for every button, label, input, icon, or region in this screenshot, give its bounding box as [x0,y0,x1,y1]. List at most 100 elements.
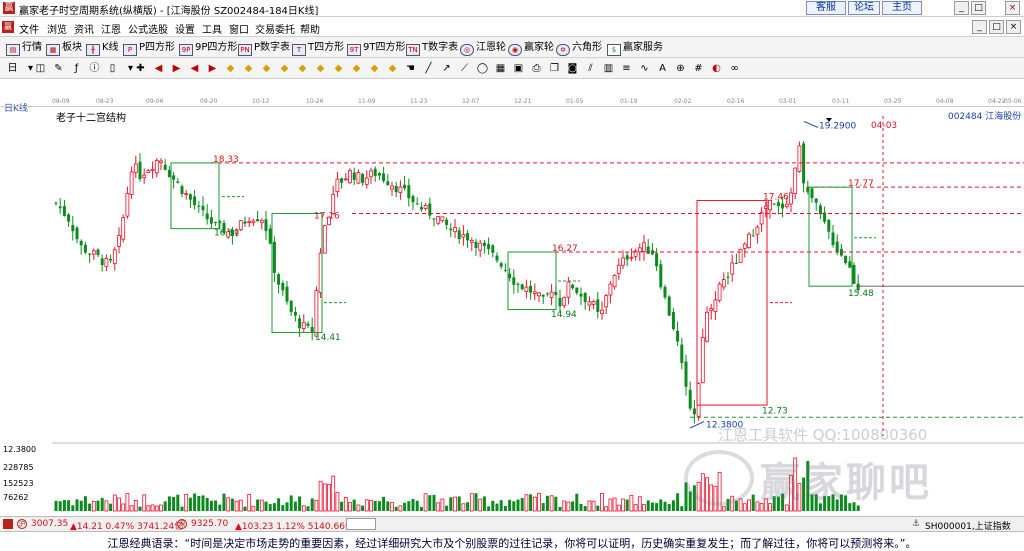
camera-icon[interactable]: ◙ [566,62,579,75]
line-stat-icon[interactable]: ⫽ [584,62,597,75]
chart-style-icon[interactable]: ◫ [34,62,47,75]
diamond-icon[interactable]: ◆ [296,62,309,75]
volume-bar [440,498,445,512]
indicator-icon[interactable]: ▯ [106,62,119,75]
volume-bar [146,505,151,512]
minimize-button[interactable]: _ [954,1,969,15]
candle-body [163,164,167,170]
tool-service[interactable]: $ 赢家服务 [607,40,663,56]
diamond-icon[interactable]: ◆ [386,62,399,75]
tool-sector[interactable]: ▦ 板块 [46,40,82,56]
info-icon[interactable]: ⓘ [88,62,101,75]
period-icon[interactable]: 日 [6,62,19,75]
child-minimize-button[interactable]: _ [972,20,987,34]
date-tick: 03-01 [779,98,797,105]
table-icon[interactable]: ▦ [494,62,507,75]
volume-bar [646,500,650,511]
menu-window[interactable]: 窗口 [229,21,249,36]
volume-bar [755,501,760,512]
ellipse-icon[interactable]: ◯ [476,62,489,75]
watermark-logo: 赢家聊吧 [760,460,932,506]
arrow-left-icon[interactable]: ◀ [188,62,201,75]
menu-gann[interactable]: 江恩 [101,21,121,36]
child-restore-button[interactable]: □ [989,20,1004,34]
diamond-icon[interactable]: ◆ [224,62,237,75]
menu-tools[interactable]: 工具 [202,21,222,36]
scroll-box[interactable] [346,518,376,530]
volume-bar [243,506,247,511]
copy-icon[interactable]: ❐ [548,62,561,75]
candle-body [373,168,377,176]
save-icon[interactable]: ▣ [512,62,525,75]
candle-body [343,178,348,181]
ray-icon[interactable]: ⟋ [458,62,471,75]
diamond-icon[interactable]: ◆ [368,62,381,75]
diamond-icon[interactable]: ◆ [260,62,273,75]
watermark-text: 江恩工具软件 QQ:100800360 [718,426,928,444]
arrow-right-icon[interactable]: ▶ [170,62,183,75]
volume-bar [474,493,478,511]
tool-hexagon[interactable]: ✡ 六角形 [556,40,602,56]
candle-body [562,297,567,306]
tool-gann-wheel[interactable]: ◎ 江恩轮 [460,40,506,56]
volume-bar [558,506,562,511]
menu-trade[interactable]: 交易委托 [255,21,295,36]
formula-icon[interactable]: ƒ [70,62,83,75]
candle-body [655,253,659,267]
maximize-button[interactable]: □ [971,1,986,15]
menu-help[interactable]: 帮助 [300,21,320,36]
tool-winner-wheel[interactable]: ◉ 赢家轮 [508,40,554,56]
menu-browse[interactable]: 浏览 [47,21,67,36]
menu-file[interactable]: 文件 [19,21,39,36]
menu-info[interactable]: 资讯 [74,21,94,36]
tool-9t-square[interactable]: 9T 9T四方形 [347,40,405,56]
tool-p-square[interactable]: P P四方形 [123,40,175,56]
tool-t-number[interactable]: TN T数字表 [406,40,458,56]
grid-icon[interactable]: # [692,62,705,75]
loop-icon[interactable]: ∞ [728,62,741,75]
tool-9p-square[interactable]: 9P 9P四方形 [179,40,237,56]
diamond-icon[interactable]: ◆ [332,62,345,75]
volume-bar [197,495,201,511]
diamond-icon[interactable]: ◆ [350,62,363,75]
arrow-right-icon[interactable]: ▶ [206,62,219,75]
candle-body [180,186,184,195]
diamond-icon[interactable]: ◆ [278,62,291,75]
chart-icon[interactable]: ▥ [602,62,615,75]
volume-bar [655,503,659,511]
draw-icon[interactable]: ✎ [52,62,65,75]
cross-cursor-icon[interactable]: ✚ [134,62,147,75]
arrow-left-icon[interactable]: ◀ [152,62,165,75]
print-icon[interactable]: ⎙ [530,62,543,75]
volume-bar [616,504,621,512]
menu-formula[interactable]: 公式选股 [128,21,168,36]
hand-icon[interactable]: ☚ [404,62,417,75]
level-label: 14.94 [551,310,577,320]
text-icon[interactable]: A [656,62,669,75]
tool-kline[interactable]: ╫ K线 [86,40,119,56]
tool-p-number[interactable]: PN P数字表 [238,40,290,56]
volume-bar [71,505,75,511]
child-close-button[interactable]: × [1006,20,1021,34]
tool-quote[interactable]: ▤ 行情 [6,40,42,56]
diamond-icon[interactable]: ◆ [314,62,327,75]
color-icon[interactable]: ◐ [710,62,723,75]
customer-service-link[interactable]: 客服 [806,1,846,15]
cycle-icon[interactable]: ∿ [638,62,651,75]
diamond-icon[interactable]: ◆ [242,62,255,75]
homepage-link[interactable]: 主页 [882,1,922,15]
volume-bar [109,503,113,511]
tool-t-square[interactable]: T T四方形 [292,40,344,56]
line-icon[interactable]: ╱ [422,62,435,75]
arrow-icon[interactable]: ↗ [440,62,453,75]
fib-icon[interactable]: ≡ [620,62,633,75]
candle-body [453,227,457,233]
kline-chart[interactable]: 19.2900 18.33 17.77 17.46 17.16 16.81 16.27 15.… [0,106,1024,516]
candle-body [172,175,176,180]
menu-settings[interactable]: 设置 [175,21,195,36]
candle-body [369,170,373,178]
zoom-icon[interactable]: ⊕ [674,62,687,75]
close-button[interactable]: × [1005,1,1020,15]
candle-body [835,241,839,252]
forum-link[interactable]: 论坛 [848,1,880,15]
